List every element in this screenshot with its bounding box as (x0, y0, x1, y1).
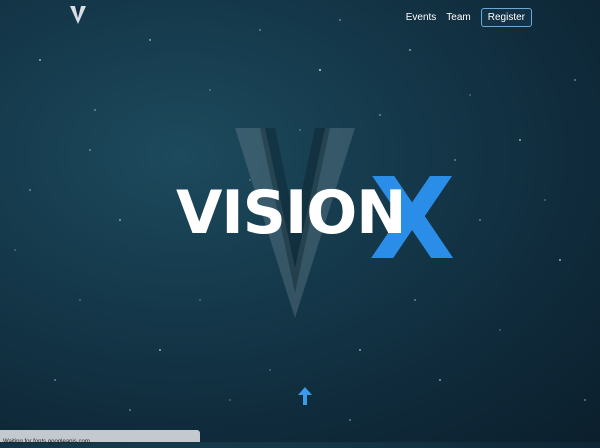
top-nav: Events Team Register (406, 8, 532, 27)
v-logo-icon[interactable] (70, 6, 86, 24)
nav-link-events[interactable]: Events (406, 12, 437, 23)
nav-link-team[interactable]: Team (446, 12, 470, 23)
hero-title-word: VISION (176, 178, 407, 248)
register-button[interactable]: Register (480, 8, 532, 27)
status-text: Waiting for fonts.googleapis.com... (3, 439, 95, 445)
browser-status-bar: Waiting for fonts.googleapis.com... (0, 430, 200, 445)
arrow-up-icon[interactable] (298, 387, 312, 405)
hero-title: X VISION (176, 164, 455, 280)
